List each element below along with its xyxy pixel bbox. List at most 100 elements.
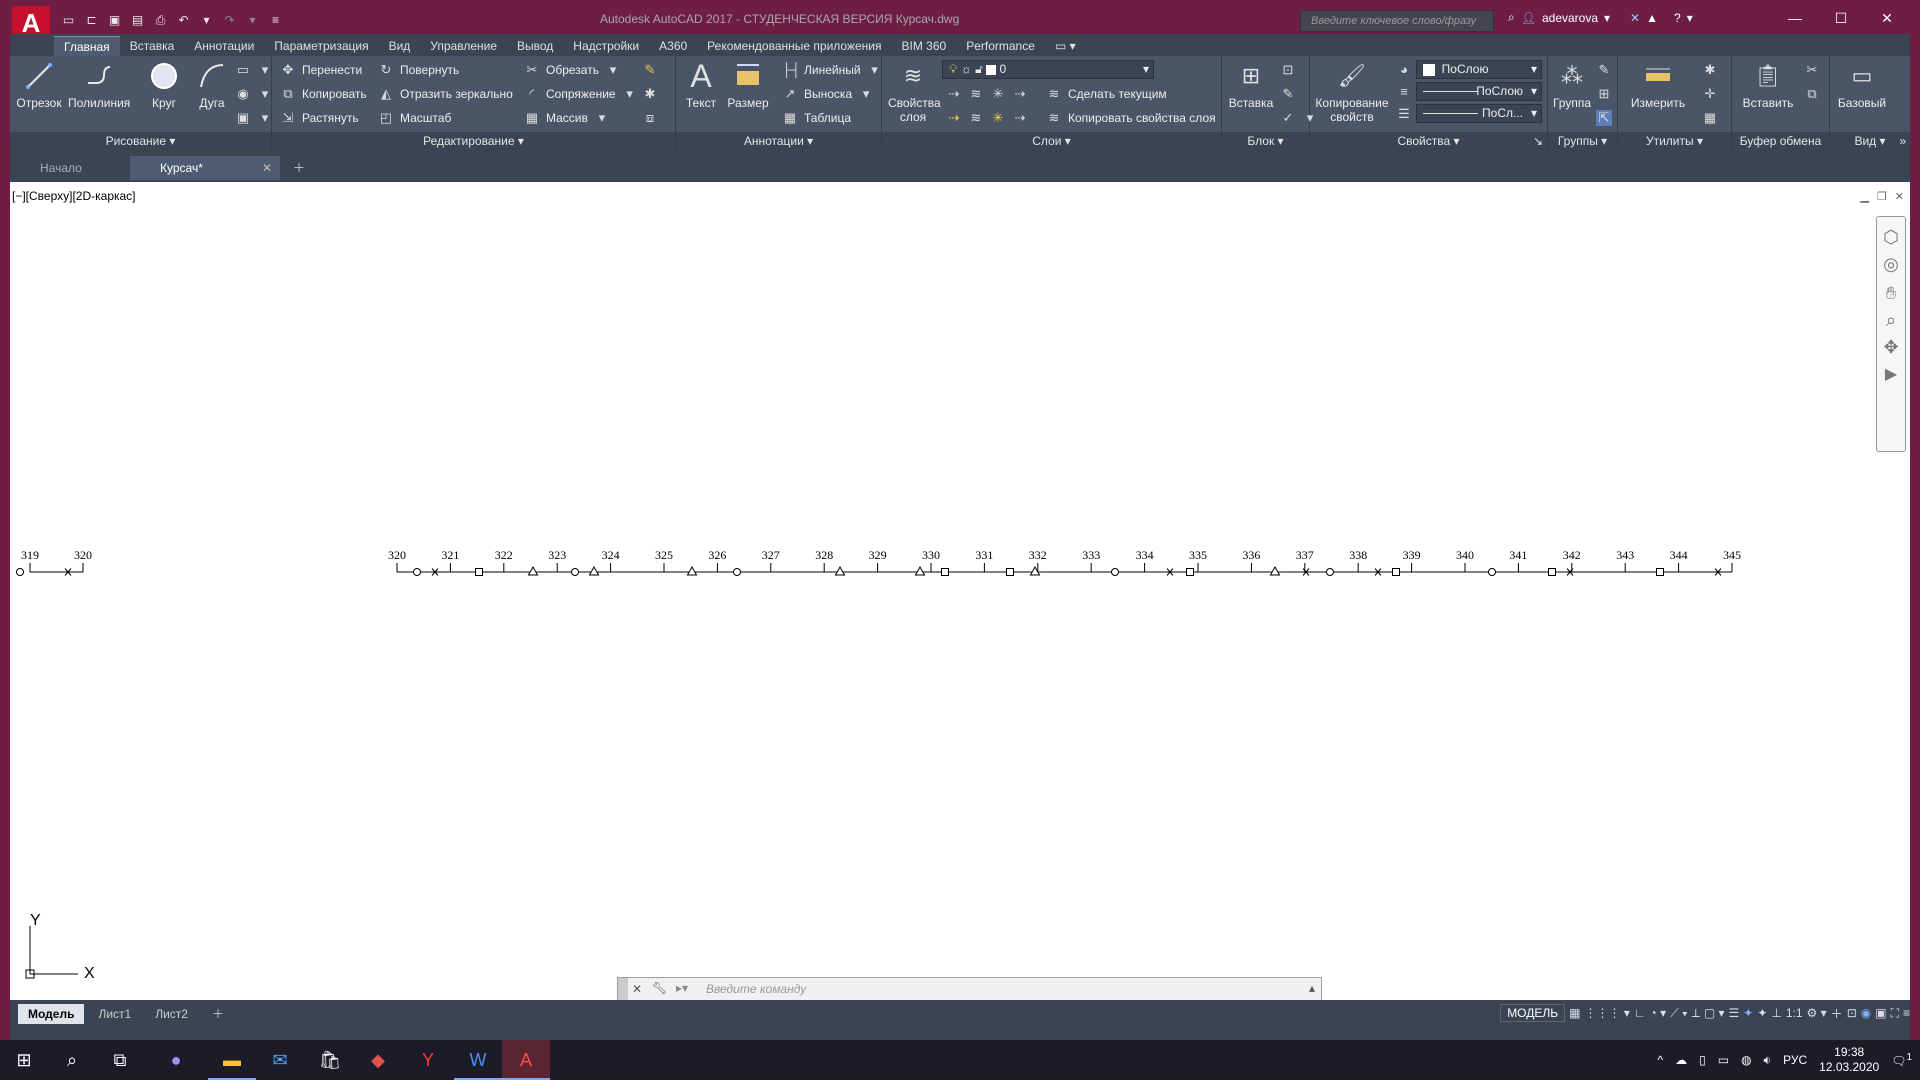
group-button[interactable]: ⁂ Группа — [1552, 60, 1592, 110]
snap-icon[interactable]: ⋮⋮⋮ ▾ — [1584, 1006, 1629, 1020]
tab-home[interactable]: Главная — [54, 36, 120, 56]
workspace-icon[interactable]: ⚙ ▾ — [1807, 1006, 1827, 1020]
hardware-accel-icon[interactable]: ▣ — [1875, 1006, 1886, 1020]
draw-panel-title[interactable]: Рисование ▾ — [10, 132, 271, 151]
search-icon[interactable]: ⌕ — [48, 1040, 96, 1080]
layer-freeze-icon[interactable]: ✳ — [990, 86, 1006, 102]
mail-icon[interactable]: ✉ — [256, 1040, 304, 1080]
layer-isolate-icon[interactable]: ≋ — [968, 86, 984, 102]
offset-icon[interactable]: ⧈ — [642, 108, 658, 128]
minimize-icon[interactable]: — — [1772, 0, 1818, 36]
ortho-icon[interactable]: ∟ — [1634, 1006, 1646, 1020]
binoculars-icon[interactable]: ⌕ — [1508, 10, 1515, 25]
notification-icon[interactable]: 🗨︎1 — [1891, 1052, 1912, 1068]
hatch-icon[interactable]: ◉ ▾ — [235, 84, 273, 104]
model-space-button[interactable]: МОДЕЛЬ — [1500, 1004, 1566, 1022]
auto-scale-icon[interactable]: ✦ — [1757, 1006, 1767, 1020]
command-close-icon[interactable]: ✕ — [632, 982, 642, 996]
measure-button[interactable]: Измерить — [1626, 60, 1690, 110]
modify-panel-title[interactable]: Редактирование ▾ — [272, 132, 675, 151]
annotation-panel-title[interactable]: Аннотации ▾ — [676, 132, 881, 151]
command-input[interactable]: Введите команду — [706, 982, 806, 996]
fillet-button[interactable]: ◜ Сопряжение ▾ — [524, 84, 638, 104]
tab-a360[interactable]: A360 — [649, 36, 697, 56]
username-label[interactable]: adevarova — [1542, 11, 1598, 25]
tab-insert[interactable]: Вставка — [120, 36, 185, 56]
app-red-icon[interactable]: ◆ — [354, 1040, 402, 1080]
explode-icon[interactable]: ✱ — [642, 84, 658, 104]
tab-manage[interactable]: Управление — [420, 36, 507, 56]
tab-layout2[interactable]: Лист2 — [145, 1004, 198, 1024]
object-snap-mode-icon[interactable]: ▢ ▾ — [1704, 1006, 1725, 1020]
tab-start[interactable]: Начало — [10, 156, 122, 180]
linetype-dropdown[interactable]: ПоСл... ▾ — [1416, 104, 1542, 123]
insert-block-button[interactable]: ⊞ Вставка — [1226, 60, 1276, 110]
annotation-visibility-icon[interactable]: ✦ — [1743, 1006, 1753, 1020]
tab-layout1[interactable]: Лист1 — [88, 1004, 141, 1024]
tab-featured-apps[interactable]: Рекомендованные приложения — [697, 36, 891, 56]
tab-view[interactable]: Вид — [379, 36, 421, 56]
circle-button[interactable]: Круг — [144, 60, 184, 110]
line-button[interactable]: Отрезок — [16, 60, 62, 110]
annotation-scale-icon[interactable]: ⊥ — [1771, 1006, 1781, 1020]
save-as-icon[interactable]: ▤ — [129, 12, 146, 28]
help-dropdown-icon[interactable]: ▾ — [1687, 11, 1693, 25]
tab-addins[interactable]: Надстройки — [563, 36, 649, 56]
boundary-icon[interactable]: ▣ ▾ — [235, 108, 273, 128]
point-icon[interactable]: ✛ — [1702, 84, 1718, 104]
tab-annotate[interactable]: Аннотации — [184, 36, 264, 56]
paste-button[interactable]: 📋︎ Вставить — [1740, 60, 1796, 110]
tab-performance[interactable]: Performance — [956, 36, 1045, 56]
layer-lock-icon[interactable]: ⇢ — [1012, 86, 1028, 102]
undo-icon[interactable]: ↶ — [175, 12, 192, 28]
new-tab-icon[interactable]: ＋ — [286, 156, 312, 180]
layer-dropdown[interactable]: 💡︎ ☼ 🔓︎ 0 ▾ — [942, 60, 1154, 79]
block-panel-title[interactable]: Блок ▾ — [1222, 132, 1309, 151]
make-current-button[interactable]: ≋ Сделать текущим — [1046, 84, 1167, 104]
tab-bim360[interactable]: BIM 360 — [892, 36, 957, 56]
erase-icon[interactable]: ✎ — [642, 60, 658, 80]
layer-thaw-icon[interactable]: ✳ — [990, 110, 1006, 126]
redo-icon[interactable]: ↷ — [221, 12, 238, 28]
isolate-objects-icon[interactable]: ◉ — [1861, 1006, 1871, 1020]
clock[interactable]: 19:38 12.03.2020 — [1819, 1045, 1879, 1075]
layer-unlock-icon[interactable]: ⇢ — [1012, 110, 1028, 126]
stretch-button[interactable]: ⇲ Растянуть — [280, 108, 359, 128]
help-icon[interactable]: ? — [1674, 11, 1681, 25]
a360-icon[interactable]: ▲ — [1646, 11, 1658, 25]
groups-panel-title[interactable]: Группы ▾ — [1548, 132, 1617, 151]
alice-icon[interactable]: ● — [152, 1040, 200, 1080]
dimension-button[interactable]: Размер — [726, 60, 770, 110]
quick-select-icon[interactable]: ✱ — [1702, 60, 1718, 80]
tab-parametric[interactable]: Параметризация — [264, 36, 378, 56]
drawing-canvas[interactable]: [−][Сверху][2D-каркас] ▁ ❐ ✕ ⬡ ◎ ✋︎ ⌕ ✥ … — [10, 182, 1910, 997]
tab-current-drawing[interactable]: Курсач* ✕ — [130, 156, 280, 180]
mirror-button[interactable]: ◭ Отразить зеркально — [378, 84, 513, 104]
network-icon[interactable]: ◍ — [1741, 1053, 1751, 1067]
units-icon[interactable]: ⊡ — [1847, 1006, 1857, 1020]
text-button[interactable]: A Текст — [684, 58, 718, 111]
polar-icon[interactable]: ◔ ▾ — [1650, 1006, 1667, 1020]
redo-dropdown-icon[interactable]: ▾ — [244, 12, 261, 28]
autocad-taskbar-icon[interactable]: A — [502, 1040, 550, 1080]
grid-icon[interactable]: ▦ — [1569, 1006, 1580, 1020]
linear-dimension-button[interactable]: ├┤ Линейный ▾ — [782, 60, 883, 80]
search-input[interactable]: Введите ключевое слово/фразу — [1300, 10, 1494, 32]
cut-icon[interactable]: ✂ — [1804, 60, 1820, 80]
new-file-icon[interactable]: ▭ — [60, 12, 77, 28]
edit-block-icon[interactable]: ✎ — [1280, 84, 1296, 104]
layers-panel-title[interactable]: Слои ▾ — [882, 132, 1221, 151]
move-button[interactable]: ✥ Перенести — [280, 60, 363, 80]
ungroup-icon[interactable]: ✎ — [1596, 60, 1612, 80]
tab-model[interactable]: Модель — [18, 1004, 85, 1024]
layer-on-icon[interactable]: ⇢ — [946, 110, 962, 126]
lineweight-toggle-icon[interactable]: ☰ — [1729, 1006, 1740, 1020]
object-snap-icon[interactable]: ⟂ — [1692, 1006, 1700, 1021]
tab-output[interactable]: Вывод — [507, 36, 563, 56]
layer-unisolate-icon[interactable]: ≋ — [968, 110, 984, 126]
lineweight-dropdown[interactable]: ПоСлою ▾ — [1416, 82, 1542, 101]
polyline-button[interactable]: Полилиния — [68, 60, 130, 110]
save-icon[interactable]: ▣ — [106, 12, 123, 28]
command-history-icon[interactable]: ▴ — [1309, 981, 1315, 995]
store-icon[interactable]: 🛍︎ — [306, 1040, 354, 1080]
